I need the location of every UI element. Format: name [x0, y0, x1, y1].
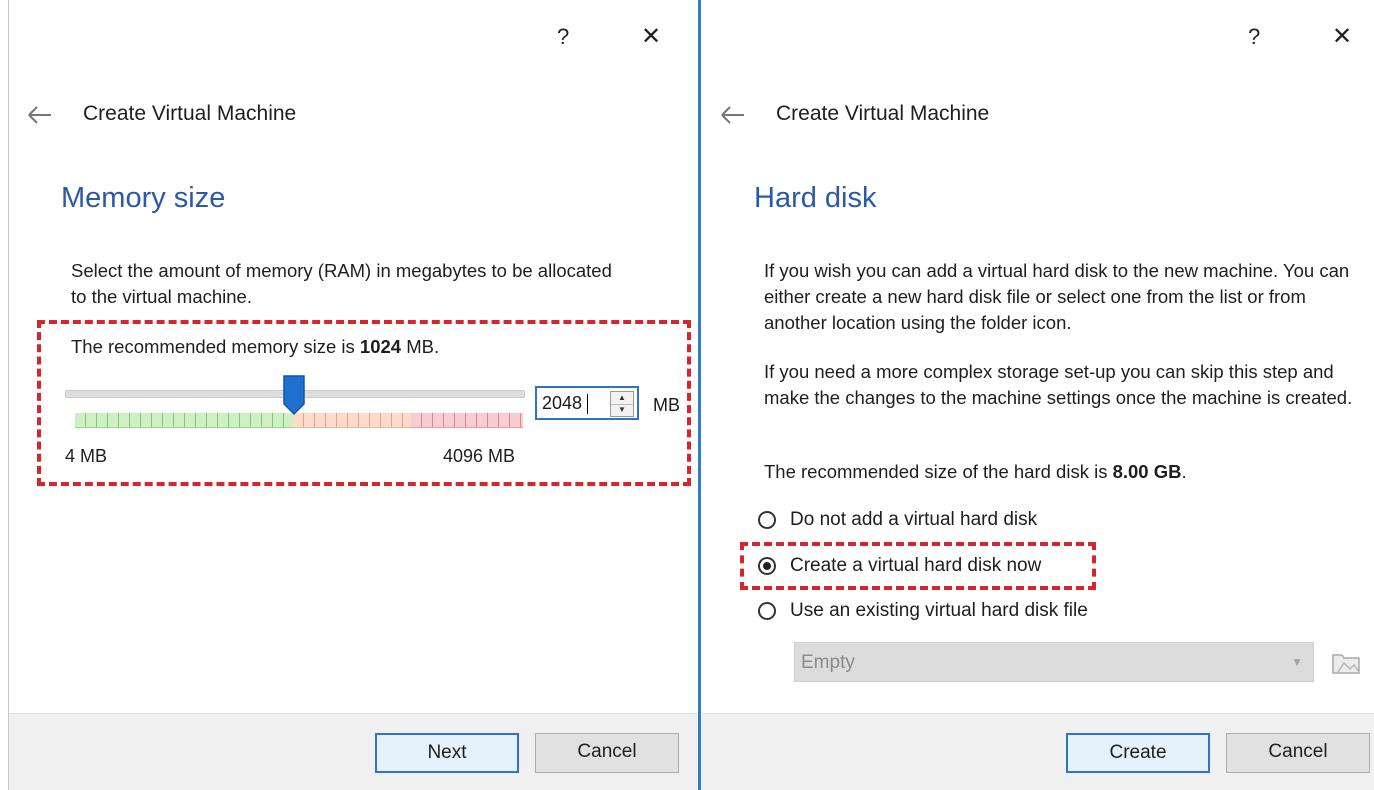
memory-size-input[interactable]: 2048: [542, 393, 582, 414]
next-button[interactable]: Next: [375, 733, 519, 773]
radio-label: Create a virtual hard disk now: [790, 555, 1042, 576]
memory-size-spinbox[interactable]: 2048 ▲ ▼: [535, 386, 639, 420]
text-cursor: [587, 394, 588, 414]
storage-description: If you need a more complex storage set-u…: [764, 361, 1353, 408]
slider-min-label: 4 MB: [65, 446, 108, 466]
radio-create-disk[interactable]: Create a virtual hard disk now: [758, 555, 1041, 577]
chevron-down-icon: ▼: [1291, 655, 1303, 669]
radio-button[interactable]: [758, 602, 776, 620]
memory-scale-danger: [411, 413, 523, 428]
cancel-button[interactable]: Cancel: [535, 733, 679, 773]
help-button[interactable]: ?: [557, 22, 569, 52]
folder-icon[interactable]: [1330, 646, 1362, 678]
window-title: Create Virtual Machine: [776, 102, 990, 125]
cancel-button[interactable]: Cancel: [1226, 733, 1370, 773]
slider-thumb-icon[interactable]: [282, 374, 306, 416]
close-button[interactable]: ✕: [1332, 22, 1352, 52]
existing-disk-select[interactable]: Empty ▼: [794, 642, 1314, 682]
hard-disk-dialog: ? ✕ Create Virtual Machine Hard disk If …: [702, 0, 1374, 790]
memory-unit-label: MB: [653, 395, 680, 415]
back-arrow-icon[interactable]: [718, 100, 748, 130]
radio-button-checked[interactable]: [758, 557, 776, 575]
window-title: Create Virtual Machine: [83, 102, 297, 125]
hard-disk-description: If you wish you can add a virtual hard d…: [764, 260, 1350, 333]
close-button[interactable]: ✕: [641, 22, 661, 52]
radio-button[interactable]: [758, 511, 776, 529]
recommended-disk-text: The recommended size of the hard disk is…: [764, 461, 1187, 482]
panel-separator: [698, 0, 701, 790]
memory-size-dialog: ? ✕ Create Virtual Machine Memory size S…: [8, 0, 697, 790]
memory-description: Select the amount of memory (RAM) in meg…: [71, 260, 612, 307]
radio-existing-disk[interactable]: Use an existing virtual hard disk file: [758, 600, 1088, 622]
radio-label: Do not add a virtual hard disk: [790, 509, 1038, 530]
help-button[interactable]: ?: [1248, 22, 1260, 52]
radio-label: Use an existing virtual hard disk file: [790, 600, 1088, 621]
radio-no-disk[interactable]: Do not add a virtual hard disk: [758, 509, 1037, 531]
slider-max-label: 4096 MB: [443, 446, 516, 466]
recommended-memory-text: The recommended memory size is 1024 MB.: [71, 336, 440, 357]
page-heading: Memory size: [61, 182, 226, 214]
back-arrow-icon[interactable]: [25, 100, 55, 130]
memory-scale-safe: [75, 413, 293, 428]
spin-down-icon[interactable]: ▼: [611, 404, 633, 416]
spin-buttons[interactable]: ▲ ▼: [610, 391, 634, 417]
create-button[interactable]: Create: [1066, 733, 1210, 773]
select-value: Empty: [801, 652, 855, 673]
memory-scale-warning: [293, 413, 411, 428]
page-heading: Hard disk: [754, 182, 877, 214]
